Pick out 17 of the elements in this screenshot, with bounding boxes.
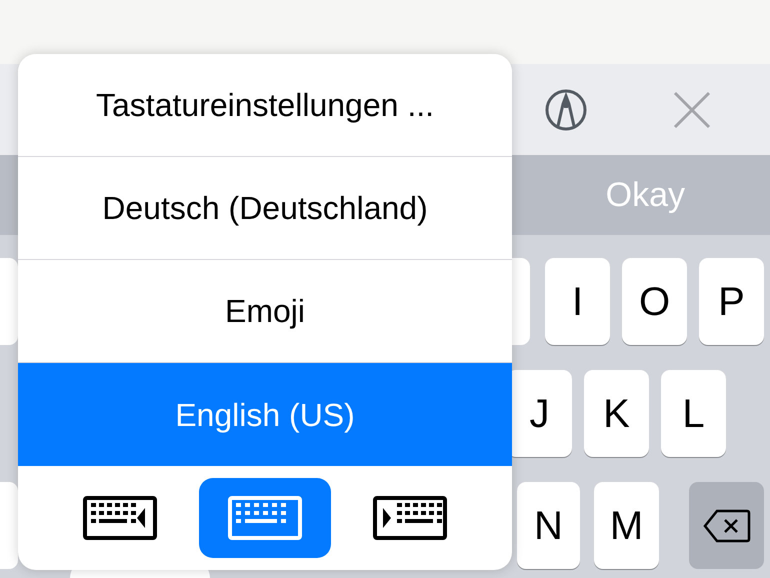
keyboard-key[interactable]: M bbox=[594, 482, 659, 569]
keyboard-key[interactable]: O bbox=[622, 258, 687, 345]
keyboard-key[interactable]: I bbox=[545, 258, 610, 345]
markup-icon[interactable] bbox=[544, 88, 588, 132]
keyboard-key[interactable]: N bbox=[517, 482, 580, 569]
menu-item[interactable]: Deutsch (Deutschland) bbox=[18, 157, 512, 260]
keyboard-icon bbox=[83, 496, 157, 540]
keyboard-key[interactable]: P bbox=[699, 258, 764, 345]
menu-item[interactable]: Tastatureinstellungen ... bbox=[18, 54, 512, 157]
menu-item[interactable]: Emoji bbox=[18, 260, 512, 363]
menu-item[interactable]: English (US) bbox=[18, 363, 512, 466]
keyboard-icon bbox=[373, 496, 447, 540]
backspace-icon bbox=[702, 508, 750, 542]
delete-key[interactable] bbox=[689, 482, 764, 569]
keyboard-key[interactable]: L bbox=[661, 370, 726, 457]
keyboard-key[interactable]: K bbox=[584, 370, 649, 457]
keyboard-icon bbox=[228, 496, 302, 540]
